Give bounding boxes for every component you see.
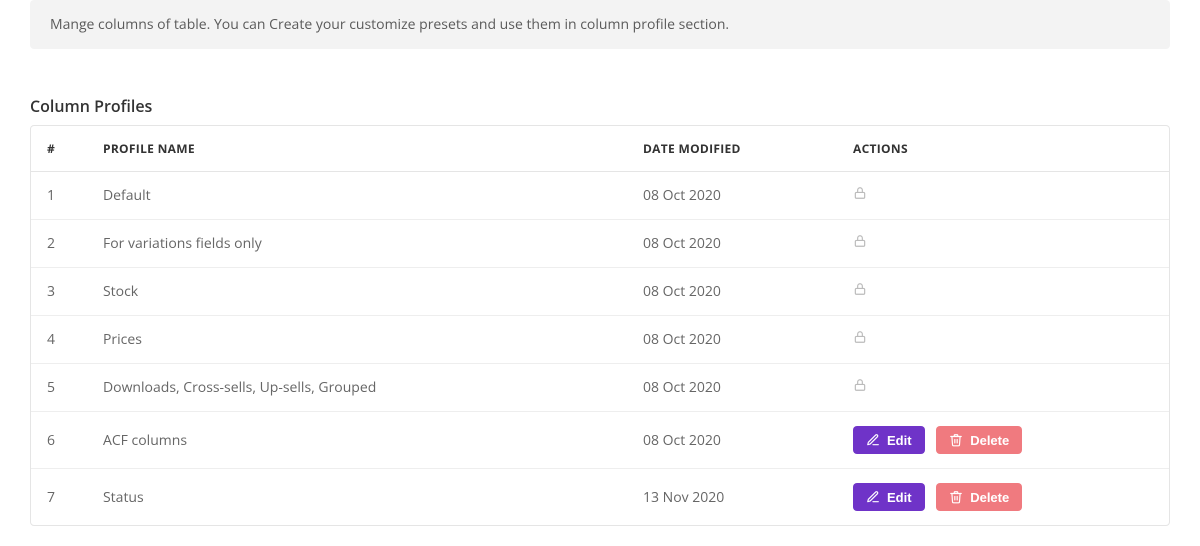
row-index: 2 bbox=[31, 219, 91, 267]
info-text: Mange columns of table. You can Create y… bbox=[50, 15, 729, 34]
row-name: Stock bbox=[91, 267, 631, 315]
col-header-date: DATE MODIFIED bbox=[631, 126, 841, 172]
trash-icon bbox=[949, 433, 963, 447]
col-header-name: PROFILE NAME bbox=[91, 126, 631, 172]
row-date: 08 Oct 2020 bbox=[631, 219, 841, 267]
table-row: 3Stock08 Oct 2020 bbox=[31, 267, 1169, 315]
lock-icon bbox=[853, 186, 867, 205]
col-header-index: # bbox=[31, 126, 91, 172]
profiles-table: # PROFILE NAME DATE MODIFIED ACTIONS 1De… bbox=[30, 125, 1170, 526]
table-row: 4Prices08 Oct 2020 bbox=[31, 315, 1169, 363]
row-index: 7 bbox=[31, 468, 91, 525]
table-row: 2For variations fields only08 Oct 2020 bbox=[31, 219, 1169, 267]
row-name: Downloads, Cross-sells, Up-sells, Groupe… bbox=[91, 363, 631, 411]
edit-button-label: Edit bbox=[887, 434, 912, 447]
delete-button[interactable]: Delete bbox=[936, 426, 1022, 454]
row-index: 4 bbox=[31, 315, 91, 363]
row-actions bbox=[841, 315, 1169, 363]
row-name: Default bbox=[91, 172, 631, 219]
delete-button-label: Delete bbox=[970, 434, 1009, 447]
row-actions bbox=[841, 219, 1169, 267]
row-date: 08 Oct 2020 bbox=[631, 267, 841, 315]
row-actions: Edit Delete bbox=[841, 411, 1169, 468]
delete-button[interactable]: Delete bbox=[936, 483, 1022, 511]
pencil-icon bbox=[866, 433, 880, 447]
row-date: 08 Oct 2020 bbox=[631, 363, 841, 411]
row-name: Prices bbox=[91, 315, 631, 363]
trash-icon bbox=[949, 490, 963, 504]
info-bar: Mange columns of table. You can Create y… bbox=[30, 0, 1170, 49]
delete-button-label: Delete bbox=[970, 491, 1009, 504]
edit-button-label: Edit bbox=[887, 491, 912, 504]
row-name: ACF columns bbox=[91, 411, 631, 468]
row-date: 13 Nov 2020 bbox=[631, 468, 841, 525]
edit-button[interactable]: Edit bbox=[853, 426, 925, 454]
pencil-icon bbox=[866, 490, 880, 504]
table-row: 6ACF columns08 Oct 2020 Edit Delete bbox=[31, 411, 1169, 468]
table-row: 1Default08 Oct 2020 bbox=[31, 172, 1169, 219]
lock-icon bbox=[853, 282, 867, 301]
table-row: 7Status13 Nov 2020 Edit Delete bbox=[31, 468, 1169, 525]
row-date: 08 Oct 2020 bbox=[631, 315, 841, 363]
row-actions bbox=[841, 172, 1169, 219]
lock-icon bbox=[853, 378, 867, 397]
row-actions bbox=[841, 363, 1169, 411]
lock-icon bbox=[853, 330, 867, 349]
edit-button[interactable]: Edit bbox=[853, 483, 925, 511]
row-name: Status bbox=[91, 468, 631, 525]
section-title: Column Profiles bbox=[30, 95, 1170, 117]
row-actions bbox=[841, 267, 1169, 315]
row-index: 1 bbox=[31, 172, 91, 219]
table-row: 5Downloads, Cross-sells, Up-sells, Group… bbox=[31, 363, 1169, 411]
col-header-actions: ACTIONS bbox=[841, 126, 1169, 172]
row-date: 08 Oct 2020 bbox=[631, 411, 841, 468]
row-index: 3 bbox=[31, 267, 91, 315]
row-index: 5 bbox=[31, 363, 91, 411]
lock-icon bbox=[853, 234, 867, 253]
row-index: 6 bbox=[31, 411, 91, 468]
row-actions: Edit Delete bbox=[841, 468, 1169, 525]
row-date: 08 Oct 2020 bbox=[631, 172, 841, 219]
row-name: For variations fields only bbox=[91, 219, 631, 267]
